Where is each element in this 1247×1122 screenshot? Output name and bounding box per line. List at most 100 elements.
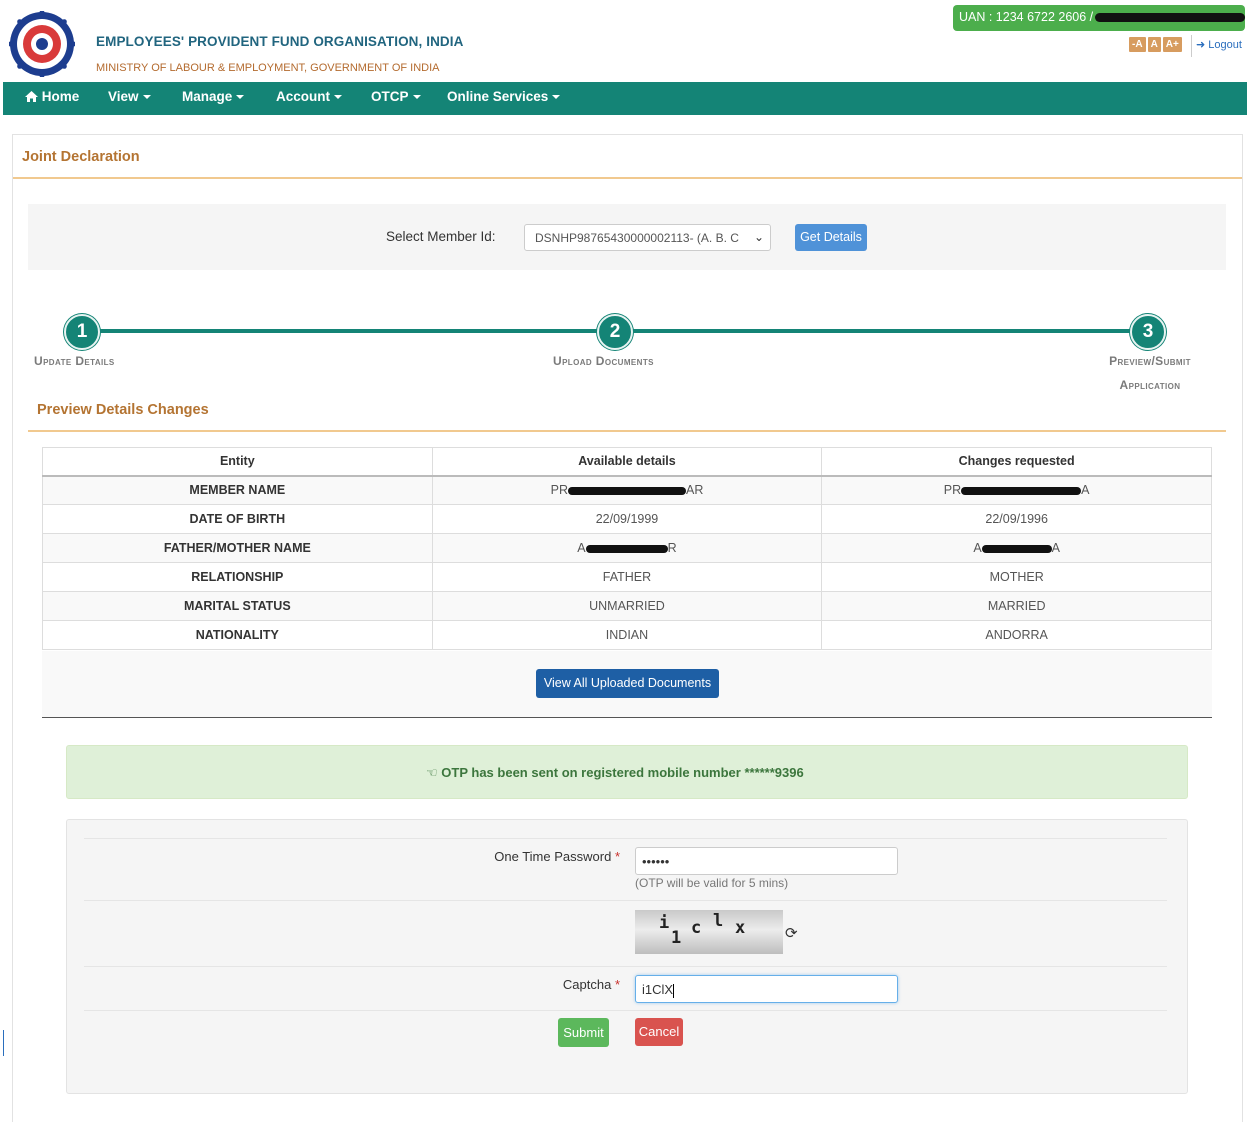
nav-otcp-label: OTCP: [371, 89, 409, 104]
nav-view[interactable]: View: [108, 82, 151, 115]
nav-manage[interactable]: Manage: [182, 82, 245, 115]
nav-account-label: Account: [276, 89, 330, 104]
page-title: Joint Declaration: [22, 149, 140, 165]
member-id-label: Select Member Id:: [386, 229, 496, 244]
available-cell: FATHER: [431, 562, 823, 592]
available-cell: 22/09/1999: [431, 504, 823, 534]
font-normal-button[interactable]: A: [1147, 37, 1161, 52]
available-end: R: [667, 541, 677, 555]
step-1-circle: 1: [64, 314, 100, 350]
captcha-char: l: [713, 911, 724, 931]
changes-start: PR: [943, 483, 962, 498]
captcha-image: i 1 c l x: [635, 910, 783, 954]
caret-down-icon: [552, 95, 561, 100]
otp-label-text: One Time Password: [494, 849, 612, 864]
logout-link[interactable]: ➜ Logout: [1196, 38, 1242, 51]
available-cell: AR: [431, 533, 823, 563]
otp-hint: (OTP will be valid for 5 mins): [635, 876, 789, 890]
otp-input[interactable]: ••••••: [635, 847, 898, 875]
entity-cell: MARITAL STATUS: [42, 591, 433, 621]
divider: [84, 838, 1167, 839]
nav-manage-label: Manage: [182, 89, 233, 104]
divider: [28, 430, 1226, 432]
divider: [1191, 35, 1192, 57]
step-2-circle: 2: [597, 314, 633, 350]
step-1-label: Update Details: [34, 354, 115, 368]
captcha-label: Captcha *: [440, 977, 620, 992]
captcha-input-value: i1ClX: [642, 982, 674, 997]
epfo-logo-icon: [9, 11, 75, 77]
uan-badge: UAN : 1234 6722 2606 /: [953, 5, 1245, 31]
otp-alert-text: OTP has been sent on registered mobile n…: [441, 765, 804, 780]
col-header-entity: Entity: [42, 447, 433, 477]
chevron-down-icon: ⌄: [753, 230, 764, 244]
changes-cell: AA: [821, 533, 1212, 563]
redaction-bar: [585, 544, 668, 553]
available-start: PR: [550, 483, 568, 498]
nav-online-services-label: Online Services: [447, 89, 549, 104]
entity-cell: NATIONALITY: [42, 620, 433, 650]
font-increase-button[interactable]: A+: [1162, 37, 1182, 52]
view-uploaded-documents-button[interactable]: View All Uploaded Documents: [536, 669, 719, 698]
sign-out-icon: ➜: [1196, 39, 1206, 51]
captcha-char: i: [659, 913, 670, 933]
nav-account[interactable]: Account: [276, 82, 342, 115]
table-row: FATHER/MOTHER NAME AR AA: [42, 533, 1212, 563]
captcha-char: x: [735, 918, 746, 938]
table-row: DATE OF BIRTH 22/09/1999 22/09/1996: [42, 504, 1212, 534]
table-header-row: Entity Available details Changes request…: [42, 447, 1212, 477]
preview-table: Entity Available details Changes request…: [42, 447, 1212, 650]
step-2-label: Upload Documents: [553, 354, 654, 368]
required-mark: *: [614, 849, 620, 864]
entity-cell: FATHER/MOTHER NAME: [42, 533, 433, 563]
available-end: AR: [685, 483, 704, 498]
otp-label: One Time Password *: [440, 849, 620, 864]
nav-online-services[interactable]: Online Services: [447, 82, 561, 115]
available-cell: UNMARRIED: [431, 591, 823, 621]
refresh-icon[interactable]: ⟳: [785, 924, 798, 942]
home-icon: [25, 91, 38, 102]
nav-home-label: Home: [41, 89, 80, 104]
font-decrease-button[interactable]: -A: [1129, 37, 1146, 52]
hand-pointing-icon: ☜: [426, 765, 438, 780]
nav-home[interactable]: Home: [25, 82, 79, 115]
org-name: EMPLOYEES' PROVIDENT FUND ORGANISATION, …: [96, 34, 464, 49]
col-header-available: Available details: [431, 447, 823, 477]
required-mark: *: [614, 977, 620, 992]
changes-cell: 22/09/1996: [821, 504, 1212, 534]
step-3-label-line1: Preview/Submit: [1109, 354, 1191, 368]
step-3-label-line2: Application: [1119, 378, 1181, 392]
preview-title: Preview Details Changes: [37, 402, 209, 418]
available-start: A: [577, 541, 586, 555]
step-3-circle: 3: [1130, 314, 1166, 350]
member-id-value: DSNHP98765430000002113- (A. B. C: [535, 231, 739, 245]
captcha-char: c: [691, 918, 702, 938]
logout-label: Logout: [1208, 39, 1242, 51]
nav-otcp[interactable]: OTCP: [371, 82, 421, 115]
scroll-marker: [3, 1030, 4, 1056]
cancel-button[interactable]: Cancel: [635, 1018, 683, 1046]
submit-button[interactable]: Submit: [558, 1018, 609, 1047]
caret-down-icon: [334, 95, 342, 100]
ministry-name: MINISTRY OF LABOUR & EMPLOYMENT, GOVERNM…: [96, 62, 440, 74]
table-row: NATIONALITY INDIAN ANDORRA: [42, 620, 1212, 650]
changes-cell: PR A: [821, 475, 1212, 505]
otp-form: [66, 819, 1188, 1094]
redaction-bar: [1095, 13, 1245, 23]
table-row: RELATIONSHIP FATHER MOTHER: [42, 562, 1212, 592]
changes-start: A: [973, 541, 982, 555]
captcha-input[interactable]: i1ClX: [635, 975, 898, 1003]
redaction-bar: [567, 486, 686, 495]
get-details-button[interactable]: Get Details: [795, 224, 867, 251]
otp-input-value: ••••••: [642, 854, 670, 869]
entity-cell: DATE OF BIRTH: [42, 504, 433, 534]
divider: [84, 900, 1167, 901]
changes-cell: MARRIED: [821, 591, 1212, 621]
main-navbar: Home View Manage Account OTCP Online Ser…: [3, 82, 1247, 115]
member-id-select[interactable]: DSNHP98765430000002113- (A. B. C ⌄: [524, 224, 771, 251]
divider: [84, 966, 1167, 967]
table-row: MARITAL STATUS UNMARRIED MARRIED: [42, 591, 1212, 621]
available-cell: PR AR: [431, 475, 823, 505]
site-header: EMPLOYEES' PROVIDENT FUND ORGANISATION, …: [0, 0, 1247, 82]
changes-end: A: [1081, 483, 1090, 498]
